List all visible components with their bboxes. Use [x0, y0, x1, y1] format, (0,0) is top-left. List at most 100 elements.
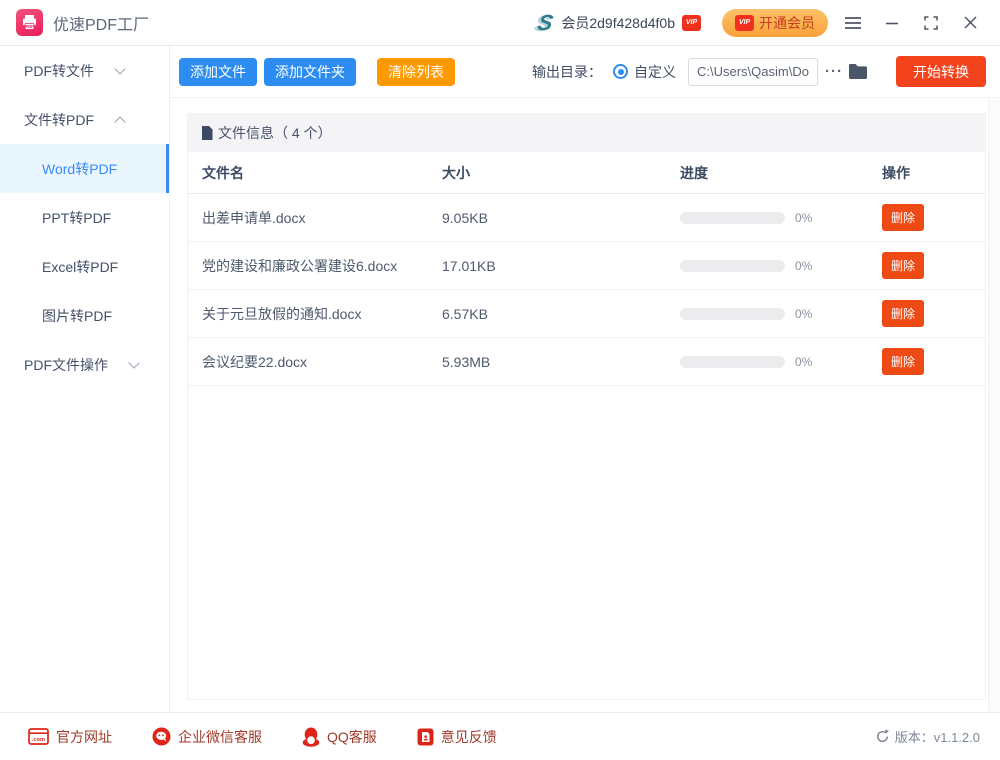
output-path-input[interactable] [688, 58, 818, 86]
footer-link-label: QQ客服 [327, 727, 377, 747]
file-name: 党的建设和廉政公署建设6.docx [202, 256, 442, 276]
sidebar-item-label: PPT转PDF [42, 208, 111, 228]
chevron-down-icon [128, 357, 139, 368]
table-row: 会议纪要22.docx 5.93MB 0% 删除 [188, 338, 985, 386]
sidebar-item-label: 图片转PDF [42, 306, 112, 326]
col-action: 操作 [882, 163, 971, 183]
vip-badge-icon: VIP [682, 15, 701, 31]
website-icon: .com [28, 728, 49, 745]
feedback-link[interactable]: 意见反馈 [417, 727, 497, 747]
open-vip-label: 开通会员 [759, 13, 815, 33]
file-name: 关于元旦放假的通知.docx [202, 304, 442, 324]
custom-dir-radio[interactable] [613, 64, 628, 79]
sidebar-item-excel-to-pdf[interactable]: Excel转PDF [0, 242, 169, 291]
wechat-icon [152, 727, 171, 746]
sidebar-group-label: 文件转PDF [24, 110, 94, 130]
menu-button[interactable] [839, 9, 867, 37]
file-info-panel: 文件信息（ 4 个） 文件名 大小 进度 操作 出差申请单.docx 9.05K… [187, 113, 986, 700]
open-vip-button[interactable]: VIP 开通会员 [722, 9, 828, 37]
sidebar: PDF转文件 文件转PDF Word转PDF PPT转PDF Excel转PDF… [0, 46, 170, 712]
qq-support-link[interactable]: QQ客服 [302, 727, 377, 747]
browse-more-button[interactable]: ··· [825, 63, 843, 80]
open-folder-button[interactable] [848, 63, 868, 80]
svg-text:.com: .com [32, 737, 45, 743]
vip-badge-icon: VIP [735, 15, 754, 31]
sidebar-item-image-to-pdf[interactable]: 图片转PDF [0, 291, 169, 340]
file-size: 5.93MB [442, 354, 680, 370]
col-progress: 进度 [680, 163, 882, 183]
svg-text:PDF: PDF [25, 24, 34, 29]
sidebar-item-label: Excel转PDF [42, 257, 118, 277]
custom-dir-option-label: 自定义 [634, 62, 676, 82]
file-info-title: 文件信息（ 4 个） [218, 123, 332, 143]
output-dir-label: 输出目录： [532, 62, 602, 82]
progress-bar [680, 260, 785, 272]
delete-button[interactable]: 删除 [882, 252, 924, 279]
main-area: 添加文件 添加文件夹 清除列表 输出目录： 自定义 ··· 开始转换 文件信息（… [171, 46, 1000, 712]
delete-button[interactable]: 删除 [882, 348, 924, 375]
footer: .com 官方网址 企业微信客服 QQ客服 意见反馈 [0, 712, 1000, 760]
chevron-down-icon [114, 63, 125, 74]
progress-percent: 0% [795, 307, 812, 321]
app-logo-icon: PDF [16, 9, 43, 36]
table-row: 党的建设和廉政公署建设6.docx 17.01KB 0% 删除 [188, 242, 985, 290]
delete-button[interactable]: 删除 [882, 300, 924, 327]
minimize-button[interactable] [878, 9, 906, 37]
scrollbar-track[interactable] [988, 99, 1000, 712]
close-button[interactable] [956, 9, 984, 37]
qq-icon [302, 727, 320, 747]
col-filename: 文件名 [202, 163, 442, 183]
table-header: 文件名 大小 进度 操作 [188, 152, 985, 194]
document-icon [201, 126, 213, 140]
update-refresh-icon [875, 729, 890, 744]
start-convert-button[interactable]: 开始转换 [896, 56, 986, 87]
footer-link-label: 企业微信客服 [178, 727, 262, 747]
progress-cell: 0% [680, 307, 882, 321]
sidebar-group-file-to-pdf[interactable]: 文件转PDF [0, 95, 169, 144]
sidebar-group-label: PDF转文件 [24, 61, 94, 81]
file-name: 会议纪要22.docx [202, 352, 442, 372]
file-size: 17.01KB [442, 258, 680, 274]
official-website-link[interactable]: .com 官方网址 [28, 727, 112, 747]
file-size: 9.05KB [442, 210, 680, 226]
sidebar-group-label: PDF文件操作 [24, 355, 108, 375]
progress-cell: 0% [680, 259, 882, 273]
file-info-header: 文件信息（ 4 个） [188, 114, 985, 152]
progress-percent: 0% [795, 259, 812, 273]
footer-link-label: 意见反馈 [441, 727, 497, 747]
progress-bar [680, 308, 785, 320]
progress-percent: 0% [795, 355, 812, 369]
toolbar: 添加文件 添加文件夹 清除列表 输出目录： 自定义 ··· 开始转换 [171, 46, 1000, 98]
sidebar-group-pdf-file-ops[interactable]: PDF文件操作 [0, 340, 169, 389]
version-label: 版本：v1.1.2.0 [895, 727, 980, 746]
version-info: 版本：v1.1.2.0 [875, 727, 980, 746]
add-file-button[interactable]: 添加文件 [179, 58, 257, 86]
progress-bar [680, 212, 785, 224]
titlebar: PDF 优速PDF工厂 S 会员2d9f428d4f0b VIP VIP 开通会… [0, 0, 1000, 46]
progress-percent: 0% [795, 211, 812, 225]
maximize-button[interactable] [917, 9, 945, 37]
member-id-label: 会员2d9f428d4f0b [561, 13, 675, 33]
folder-icon [848, 63, 868, 80]
progress-cell: 0% [680, 355, 882, 369]
col-size: 大小 [442, 163, 680, 183]
wechat-support-link[interactable]: 企业微信客服 [152, 727, 262, 747]
member-avatar-icon: S [535, 10, 555, 36]
progress-cell: 0% [680, 211, 882, 225]
progress-bar [680, 356, 785, 368]
footer-link-label: 官方网址 [56, 727, 112, 747]
sidebar-group-pdf-to-file[interactable]: PDF转文件 [0, 46, 169, 95]
chevron-up-icon [114, 116, 125, 127]
feedback-icon [417, 728, 434, 746]
clear-list-button[interactable]: 清除列表 [377, 58, 455, 86]
delete-button[interactable]: 删除 [882, 204, 924, 231]
add-folder-button[interactable]: 添加文件夹 [264, 58, 356, 86]
file-size: 6.57KB [442, 306, 680, 322]
sidebar-item-ppt-to-pdf[interactable]: PPT转PDF [0, 193, 169, 242]
table-row: 关于元旦放假的通知.docx 6.57KB 0% 删除 [188, 290, 985, 338]
sidebar-item-word-to-pdf[interactable]: Word转PDF [0, 144, 169, 193]
sidebar-item-label: Word转PDF [42, 159, 117, 179]
app-title: 优速PDF工厂 [53, 11, 149, 35]
file-name: 出差申请单.docx [202, 208, 442, 228]
table-row: 出差申请单.docx 9.05KB 0% 删除 [188, 194, 985, 242]
